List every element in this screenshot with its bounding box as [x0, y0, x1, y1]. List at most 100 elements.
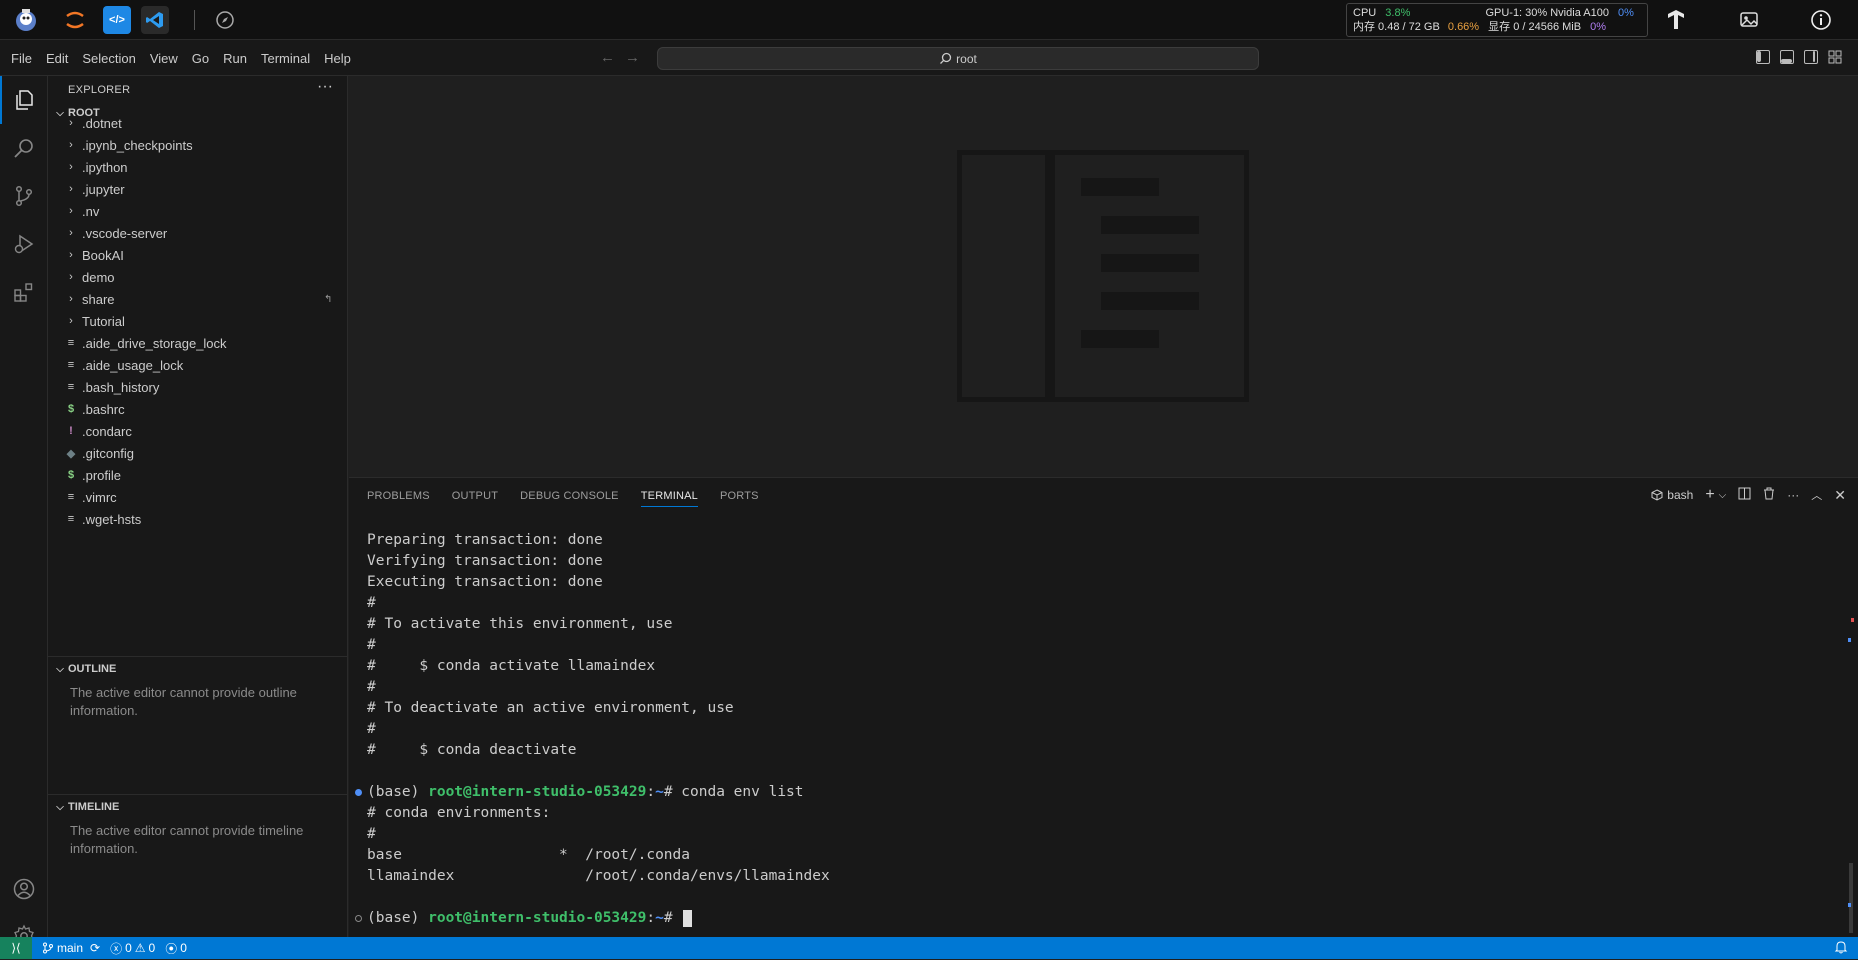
folder-item[interactable]: › Tutorial: [48, 310, 348, 332]
terminal-output[interactable]: Preparing transaction: done Verifying tra…: [355, 530, 1837, 929]
file-label: .bashrc: [82, 401, 125, 417]
file-item[interactable]: ≡ .wget-hsts: [48, 508, 348, 530]
tensorflow-icon[interactable]: [1662, 6, 1690, 34]
folder-label: share: [82, 291, 115, 307]
maximize-panel-chevron-up-icon[interactable]: ︿: [1811, 487, 1822, 503]
folder-item[interactable]: › .vscode-server: [48, 222, 348, 244]
terminal-line: Executing transaction: done: [367, 574, 603, 590]
folder-item[interactable]: › .ipython: [48, 156, 348, 178]
vscode-icon[interactable]: [141, 6, 169, 34]
menu-go[interactable]: Go: [185, 51, 216, 66]
file-item[interactable]: $ .profile: [48, 464, 348, 486]
file-item[interactable]: ≡ .bash_history: [48, 376, 348, 398]
menu-help[interactable]: Help: [317, 51, 358, 66]
file-item[interactable]: $ .bashrc: [48, 398, 348, 420]
file-label: .wget-hsts: [82, 511, 142, 527]
terminal-line: #: [367, 637, 376, 653]
file-item[interactable]: ≡ .aide_usage_lock: [48, 354, 348, 376]
shell-label: bash: [1667, 488, 1694, 502]
file-item[interactable]: ≡ .vimrc: [48, 486, 348, 508]
folder-item[interactable]: › .dotnet: [48, 112, 348, 134]
command-decoration-icon[interactable]: [355, 915, 362, 922]
source-control-icon[interactable]: [0, 172, 48, 220]
more-actions-icon[interactable]: ···: [317, 78, 333, 96]
menu-file[interactable]: File: [4, 51, 39, 66]
toggle-panel-icon[interactable]: [1780, 50, 1794, 64]
chevron-right-icon: ›: [69, 205, 73, 217]
folder-item[interactable]: › demo: [48, 266, 348, 288]
accounts-icon[interactable]: [0, 865, 48, 913]
explorer-icon[interactable]: [0, 76, 48, 124]
terminal-cursor: [683, 909, 693, 927]
tab-output[interactable]: OUTPUT: [452, 478, 498, 514]
search-view-icon[interactable]: [0, 124, 48, 172]
search-icon: [940, 52, 952, 64]
folder-item[interactable]: › .jupyter: [48, 178, 348, 200]
app-logo-icon[interactable]: [12, 6, 40, 34]
ports-status[interactable]: ⦿ 0: [165, 940, 187, 957]
new-terminal-plus-icon[interactable]: +: [1705, 486, 1714, 504]
outline-header[interactable]: ⌵ OUTLINE: [48, 658, 348, 680]
menu-bar: File Edit Selection View Go Run Terminal…: [0, 40, 1858, 76]
split-terminal-icon[interactable]: [1738, 487, 1751, 503]
terminal-shell-selector[interactable]: bash: [1651, 488, 1693, 502]
timeline-header[interactable]: ⌵ TIMELINE: [48, 796, 348, 818]
back-arrow-icon[interactable]: ←: [600, 49, 625, 66]
chevron-right-icon: ›: [69, 271, 73, 283]
run-debug-icon[interactable]: [0, 220, 48, 268]
terminal-dropdown-chevron-icon[interactable]: ⌵: [1719, 490, 1727, 501]
extensions-icon[interactable]: [0, 268, 48, 316]
command-center-search[interactable]: root: [657, 47, 1259, 70]
sync-icon[interactable]: ⟳: [90, 941, 100, 955]
file-item[interactable]: ≡ .aide_drive_storage_lock: [48, 332, 348, 354]
customize-layout-icon[interactable]: [1828, 50, 1842, 64]
jupyter-icon[interactable]: [61, 6, 89, 34]
layout-controls: [1756, 50, 1842, 64]
code-server-icon[interactable]: </>: [103, 6, 131, 34]
close-panel-icon[interactable]: ✕: [1834, 487, 1846, 504]
terminal-line: # $ conda activate llamaindex: [367, 658, 656, 674]
notifications-bell-icon[interactable]: [1834, 940, 1848, 957]
kill-terminal-trash-icon[interactable]: [1763, 487, 1775, 503]
timeline-title: TIMELINE: [68, 801, 120, 813]
folder-item[interactable]: › .ipynb_checkpoints: [48, 134, 348, 156]
prompt-user: root@intern-studio-053429: [428, 910, 647, 926]
toggle-secondary-sidebar-icon[interactable]: [1804, 50, 1818, 64]
terminal-scrollbar[interactable]: [1848, 478, 1854, 938]
chevron-right-icon: ›: [69, 183, 73, 195]
prompt-hash: #: [663, 784, 682, 800]
file-item[interactable]: ◆ .gitconfig: [48, 442, 348, 464]
file-label: .vimrc: [82, 489, 117, 505]
branch-icon: [43, 942, 53, 954]
git-branch-status[interactable]: main ⟳: [42, 941, 100, 955]
folder-item[interactable]: › .nv: [48, 200, 348, 222]
problems-status[interactable]: ⓧ 0 ⚠ 0: [110, 940, 155, 957]
menu-run[interactable]: Run: [216, 51, 254, 66]
folder-label: .dotnet: [82, 115, 122, 131]
tab-ports[interactable]: PORTS: [720, 478, 759, 514]
prompt-sep: :: [646, 784, 656, 800]
compass-icon[interactable]: [211, 6, 239, 34]
tab-terminal[interactable]: TERMINAL: [640, 478, 699, 514]
folder-label: demo: [82, 269, 115, 285]
tab-debug-console[interactable]: DEBUG CONSOLE: [520, 478, 619, 514]
toggle-primary-sidebar-icon[interactable]: [1756, 50, 1770, 64]
remote-indicator-icon[interactable]: ⟩⟨: [0, 937, 32, 959]
tab-problems[interactable]: PROBLEMS: [367, 478, 430, 514]
menu-edit[interactable]: Edit: [39, 51, 75, 66]
file-label: .gitconfig: [82, 445, 135, 461]
menu-terminal[interactable]: Terminal: [254, 51, 317, 66]
folder-item[interactable]: › share ↰: [48, 288, 348, 310]
menu-view[interactable]: View: [143, 51, 185, 66]
menu-selection[interactable]: Selection: [75, 51, 142, 66]
panel-more-actions-icon[interactable]: ···: [1787, 488, 1799, 502]
folder-item[interactable]: › BookAI: [48, 244, 348, 266]
command-decoration-icon[interactable]: [355, 789, 362, 796]
file-type-icon: ≡: [67, 381, 75, 393]
prompt-sep: :: [646, 910, 656, 926]
gpu-pct: 0%: [1618, 7, 1634, 19]
file-item[interactable]: ! .condarc: [48, 420, 348, 442]
image-tool-icon[interactable]: [1735, 6, 1763, 34]
forward-arrow-icon[interactable]: →: [625, 49, 650, 66]
info-icon[interactable]: [1807, 6, 1835, 34]
